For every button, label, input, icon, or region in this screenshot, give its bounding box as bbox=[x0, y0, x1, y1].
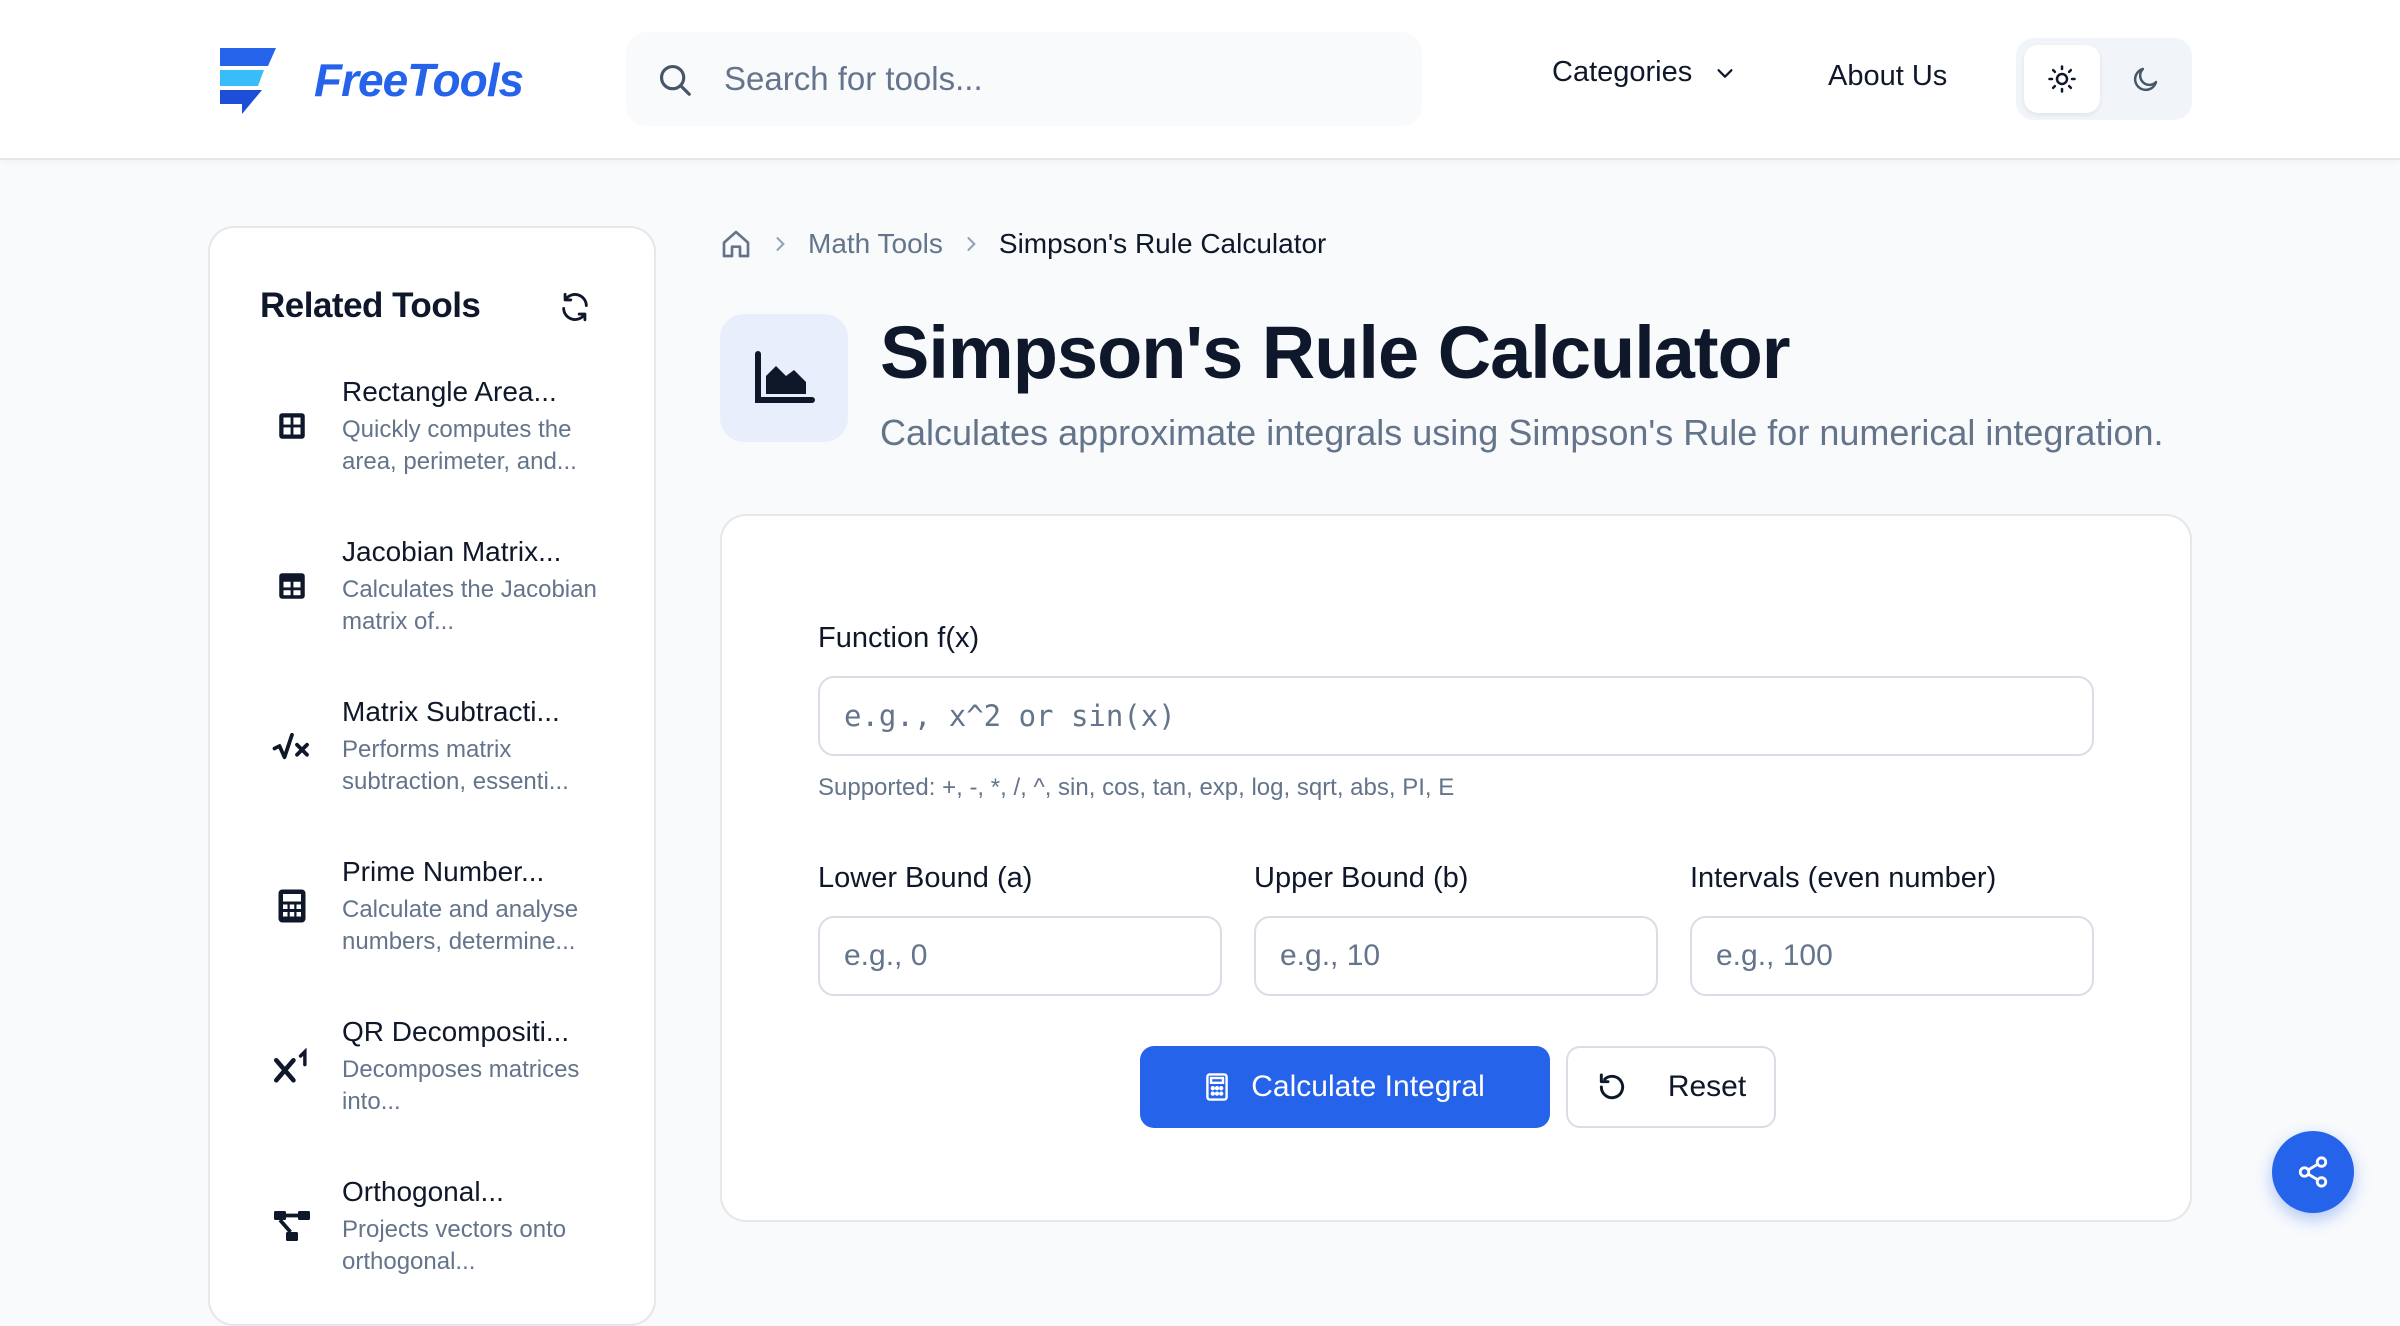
breadcrumb: Math Tools Simpson's Rule Calculator bbox=[720, 228, 1326, 260]
square-root-icon bbox=[272, 726, 312, 766]
page-title: Simpson's Rule Calculator bbox=[880, 311, 1791, 394]
related-tool-name: Jacobian Matrix... bbox=[342, 536, 562, 567]
calculate-integral-button[interactable]: Calculate Integral bbox=[1140, 1046, 1550, 1128]
intervals-label: Intervals (even number) bbox=[1690, 862, 1997, 894]
calculator-icon bbox=[1206, 1073, 1229, 1101]
share-button[interactable] bbox=[2272, 1131, 2354, 1213]
dark-mode-button[interactable] bbox=[2108, 45, 2184, 113]
function-input[interactable] bbox=[818, 676, 2094, 756]
area-chart-icon bbox=[755, 351, 815, 403]
grid-icon bbox=[272, 406, 312, 446]
related-tool-name: Rectangle Area... bbox=[342, 376, 557, 407]
related-tool-description: Projects vectors onto orthogonal... bbox=[342, 1216, 567, 1275]
chevron-down-icon bbox=[1717, 68, 1733, 78]
chevron-right-icon bbox=[770, 234, 790, 254]
home-icon[interactable] bbox=[720, 228, 752, 260]
tool-icon-box bbox=[720, 314, 848, 442]
brand-name: FreeTools bbox=[314, 54, 524, 106]
related-tool-description: Decomposes matrices into... bbox=[342, 1056, 580, 1115]
superscript-icon bbox=[272, 1046, 312, 1086]
related-tools-sidebar: Related Tools Rectangle Area... Quickly … bbox=[208, 226, 656, 1326]
related-tools-title: Related Tools bbox=[260, 286, 481, 325]
related-tool-prime-number[interactable]: Prime Number... Calculate and analyse nu… bbox=[272, 856, 632, 976]
reset-label: Reset bbox=[1667, 1070, 1747, 1103]
calculator-icon bbox=[272, 886, 312, 926]
diagram-project-icon bbox=[272, 1206, 312, 1246]
related-tool-description: Calculate and analyse numbers, determine… bbox=[342, 896, 579, 955]
upper-bound-input[interactable] bbox=[1254, 916, 1658, 996]
calculator-card: Function f(x) Supported: +, -, *, /, ^, … bbox=[720, 514, 2192, 1222]
chevron-right-icon bbox=[961, 234, 981, 254]
moon-icon bbox=[2133, 67, 2158, 92]
related-tool-name: Orthogonal... bbox=[342, 1176, 504, 1207]
intervals-input[interactable] bbox=[1690, 916, 2094, 996]
related-tool-qr-decomposition[interactable]: QR Decompositi... Decomposes matrices in… bbox=[272, 1016, 632, 1136]
top-header: FreeTools Categories About Us bbox=[0, 0, 2400, 160]
upper-bound-label: Upper Bound (b) bbox=[1254, 862, 1469, 894]
rotate-left-icon bbox=[1599, 1073, 1624, 1100]
lower-bound-input[interactable] bbox=[818, 916, 1222, 996]
related-tool-description: Performs matrix subtraction, essenti... bbox=[342, 736, 569, 795]
nav-about-us[interactable]: About Us bbox=[1828, 60, 1947, 93]
table-icon bbox=[272, 566, 312, 606]
freetools-logo-icon bbox=[220, 48, 276, 114]
related-tool-matrix-subtraction[interactable]: Matrix Subtracti... Performs matrix subt… bbox=[272, 696, 632, 816]
brand-logo[interactable]: FreeTools bbox=[218, 44, 524, 116]
share-icon bbox=[2298, 1156, 2328, 1188]
related-tool-name: Matrix Subtracti... bbox=[342, 696, 560, 727]
theme-toggle bbox=[2016, 38, 2192, 120]
search-bar[interactable] bbox=[626, 32, 1422, 126]
supported-functions-hint: Supported: +, -, *, /, ^, sin, cos, tan,… bbox=[818, 774, 1455, 801]
refresh-icon[interactable] bbox=[558, 290, 592, 324]
lower-bound-label: Lower Bound (a) bbox=[818, 862, 1033, 894]
related-tool-jacobian-matrix[interactable]: Jacobian Matrix... Calculates the Jacobi… bbox=[272, 536, 632, 656]
related-tool-name: Prime Number... bbox=[342, 856, 545, 887]
reset-button[interactable]: Reset bbox=[1566, 1046, 1776, 1128]
related-tool-description: Calculates the Jacobian matrix of... bbox=[342, 576, 597, 635]
calculate-integral-label: Calculate Integral bbox=[1251, 1070, 1485, 1103]
sun-icon bbox=[2048, 65, 2076, 93]
related-tool-rectangle-area[interactable]: Rectangle Area... Quickly computes the a… bbox=[272, 376, 632, 496]
search-input[interactable] bbox=[724, 32, 1404, 126]
breadcrumb-category[interactable]: Math Tools bbox=[808, 228, 943, 260]
related-tool-orthogonal-projection[interactable]: Orthogonal... Projects vectors onto orth… bbox=[272, 1176, 632, 1296]
related-tool-name: QR Decompositi... bbox=[342, 1016, 570, 1047]
nav-categories-label: Categories bbox=[1552, 56, 1693, 88]
nav-categories[interactable]: Categories bbox=[1552, 56, 1736, 89]
related-tool-description: Quickly computes the area, perimeter, an… bbox=[342, 416, 577, 475]
page-subtitle: Calculates approximate integrals using S… bbox=[880, 412, 2164, 453]
function-label: Function f(x) bbox=[818, 622, 980, 654]
breadcrumb-current: Simpson's Rule Calculator bbox=[998, 228, 1327, 259]
search-icon bbox=[659, 64, 691, 96]
light-mode-button[interactable] bbox=[2024, 45, 2100, 113]
